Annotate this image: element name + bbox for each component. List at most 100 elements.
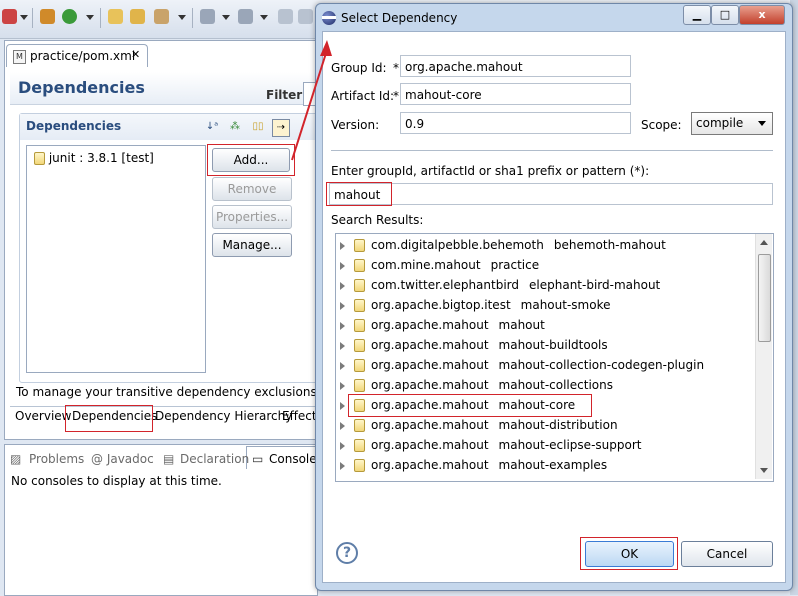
- results-scrollbar[interactable]: [755, 234, 772, 479]
- result-group-id: org.apache.mahout: [371, 378, 489, 392]
- artifact-id-field[interactable]: mahout-core: [400, 83, 631, 105]
- maximize-button[interactable]: □: [711, 5, 739, 25]
- result-row[interactable]: com.digitalpebble.behemoth behemoth-mahou…: [340, 235, 666, 255]
- result-artifact-id: mahout-smoke: [520, 298, 611, 312]
- jar-icon: [354, 419, 365, 432]
- back-icon[interactable]: [278, 9, 293, 24]
- chevron-down-icon[interactable]: [222, 15, 230, 20]
- jar-icon: [354, 259, 365, 272]
- expand-icon[interactable]: [340, 241, 345, 250]
- result-row[interactable]: org.apache.mahout mahout: [340, 315, 545, 335]
- chevron-down-icon[interactable]: [178, 15, 186, 20]
- jar-icon: [354, 359, 365, 372]
- result-group-id: org.apache.mahout: [371, 418, 489, 432]
- scroll-thumb[interactable]: [758, 254, 771, 342]
- tab-overview[interactable]: Overview: [15, 409, 72, 423]
- show-groups-icon[interactable]: ⁂: [227, 119, 243, 135]
- scope-select[interactable]: compile: [691, 112, 773, 135]
- result-row[interactable]: org.apache.mahout mahout-collection-codeg…: [340, 355, 704, 375]
- scroll-down-icon[interactable]: [760, 468, 768, 473]
- result-artifact-id: practice: [490, 258, 540, 272]
- result-group-id: com.digitalpebble.behemoth: [371, 238, 544, 252]
- required-marker: *: [393, 89, 399, 103]
- chevron-down-icon[interactable]: [260, 15, 268, 20]
- open-type-icon[interactable]: [108, 9, 123, 24]
- close-button[interactable]: x: [739, 5, 785, 25]
- result-artifact-id: mahout-eclipse-support: [498, 438, 642, 452]
- result-row[interactable]: org.apache.bigtop.itest mahout-smoke: [340, 295, 610, 315]
- scroll-up-icon[interactable]: [760, 240, 768, 245]
- filter-icon[interactable]: ▯▯: [250, 119, 266, 135]
- expand-icon[interactable]: [340, 321, 345, 330]
- expand-icon[interactable]: [340, 361, 345, 370]
- minimize-button[interactable]: ▁: [683, 5, 711, 25]
- open-folder-icon[interactable]: [130, 9, 145, 24]
- result-artifact-id: mahout-collections: [498, 378, 613, 392]
- section-title: Dependencies: [26, 119, 122, 133]
- expand-icon[interactable]: [340, 381, 345, 390]
- result-artifact-id: mahout-distribution: [498, 418, 618, 432]
- result-artifact-id: mahout: [498, 318, 545, 332]
- cancel-button[interactable]: Cancel: [681, 541, 773, 567]
- tab-console[interactable]: Console: [269, 452, 315, 466]
- chevron-down-icon[interactable]: [86, 15, 94, 20]
- dialog-title: Select Dependency: [341, 11, 458, 25]
- search-icon[interactable]: [154, 9, 169, 24]
- result-row[interactable]: org.apache.mahout mahout-distribution: [340, 415, 618, 435]
- jar-icon: [354, 439, 365, 452]
- console-message: No consoles to display at this time.: [11, 474, 222, 488]
- result-group-id: com.mine.mahout: [371, 258, 481, 272]
- tab-effective-pom[interactable]: Effecti: [282, 409, 316, 423]
- result-row[interactable]: org.apache.mahout mahout-buildtools: [340, 335, 608, 355]
- result-row[interactable]: org.apache.mahout mahout-collections: [340, 375, 613, 395]
- result-row[interactable]: org.apache.mahout mahout-examples: [340, 455, 607, 475]
- forward-icon[interactable]: [298, 9, 313, 24]
- expand-icon[interactable]: [340, 461, 345, 470]
- sort-icon[interactable]: ↓ᵃ: [204, 119, 220, 135]
- result-artifact-id: mahout-buildtools: [498, 338, 608, 352]
- expand-icon[interactable]: [340, 301, 345, 310]
- package-icon[interactable]: [40, 9, 55, 24]
- remove-button[interactable]: Remove: [212, 177, 292, 201]
- required-marker: *: [393, 61, 399, 75]
- tab-javadoc[interactable]: @ Javadoc: [91, 452, 154, 466]
- chevron-down-icon[interactable]: [20, 15, 28, 20]
- result-row[interactable]: com.mine.mahout practice: [340, 255, 539, 275]
- jar-icon: [354, 459, 365, 472]
- expand-icon[interactable]: [340, 401, 345, 410]
- dependency-label: junit : 3.8.1 [test]: [48, 151, 154, 165]
- version-field[interactable]: 0.9: [400, 112, 631, 134]
- tab-dependency-hierarchy[interactable]: Dependency Hierarchy: [155, 409, 292, 423]
- dependency-list[interactable]: [26, 145, 206, 373]
- dependencies-tab-highlight: [65, 405, 153, 432]
- jar-icon: [354, 339, 365, 352]
- properties-button[interactable]: Properties...: [212, 205, 292, 229]
- expand-icon[interactable]: [340, 281, 345, 290]
- list-item[interactable]: junit : 3.8.1 [test]: [34, 151, 154, 165]
- result-group-id: org.apache.mahout: [371, 318, 489, 332]
- jar-icon: [354, 279, 365, 292]
- artifact-id-label: Artifact Id:: [331, 89, 395, 103]
- editor-tab-pom[interactable]: M practice/pom.xml ✕: [6, 44, 148, 67]
- tab-problems[interactable]: Problems: [29, 452, 84, 466]
- prev-annotation-icon[interactable]: [238, 9, 253, 24]
- tab-declaration[interactable]: Declaration: [180, 452, 249, 466]
- debug-icon[interactable]: [2, 9, 17, 24]
- expand-icon[interactable]: [340, 341, 345, 350]
- expand-icon[interactable]: [340, 261, 345, 270]
- search-input[interactable]: mahout: [329, 183, 773, 205]
- expand-icon[interactable]: [340, 441, 345, 450]
- add-dependency-icon[interactable]: ⇢: [272, 119, 290, 137]
- help-icon[interactable]: ?: [336, 542, 358, 564]
- results-clip: [336, 474, 754, 479]
- next-annotation-icon[interactable]: [200, 9, 215, 24]
- new-class-icon[interactable]: [62, 9, 77, 24]
- result-row[interactable]: org.apache.mahout mahout-eclipse-support: [340, 435, 641, 455]
- manage-button[interactable]: Manage...: [212, 233, 292, 257]
- result-row[interactable]: com.twitter.elephantbird elephant-bird-ma…: [340, 275, 660, 295]
- expand-icon[interactable]: [340, 421, 345, 430]
- jar-icon: [354, 319, 365, 332]
- close-icon[interactable]: ✕: [131, 48, 140, 61]
- result-artifact-id: mahout-collection-codegen-plugin: [498, 358, 705, 372]
- group-id-field[interactable]: org.apache.mahout: [400, 55, 631, 77]
